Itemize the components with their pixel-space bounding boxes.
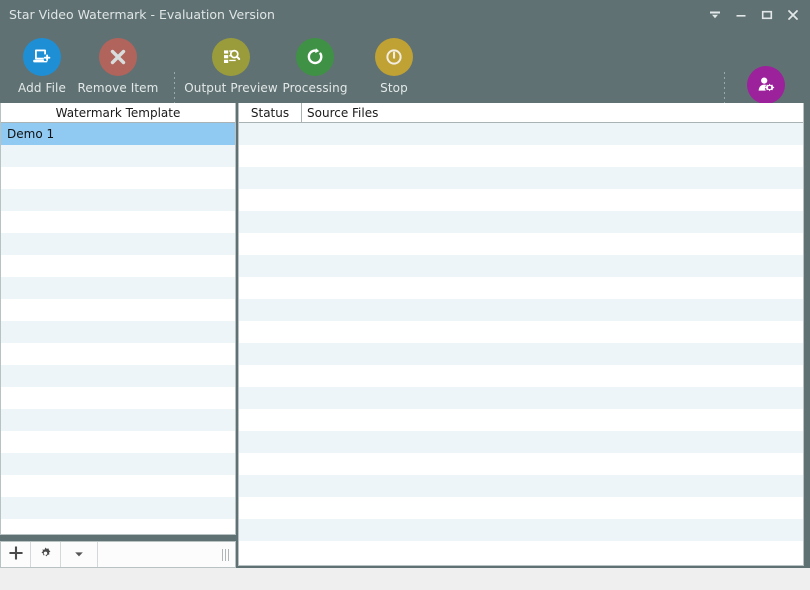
list-item-empty[interactable]: [1, 519, 235, 534]
template-settings-button[interactable]: [31, 542, 61, 567]
table-row-empty[interactable]: [239, 431, 803, 453]
minimize-button[interactable]: [728, 2, 754, 28]
list-item-empty[interactable]: [1, 431, 235, 453]
table-row-empty[interactable]: [239, 233, 803, 255]
watermark-template-panel: Watermark Template Demo 1: [0, 103, 236, 535]
output-preview-label: Output Preview: [184, 81, 278, 95]
source-files-header: Status Source Files: [239, 103, 803, 123]
table-row-empty[interactable]: [239, 475, 803, 497]
chevron-down-icon: [73, 545, 85, 564]
output-preview-icon: [212, 38, 250, 76]
table-row-empty[interactable]: [239, 409, 803, 431]
table-row-empty[interactable]: [239, 299, 803, 321]
list-item-empty[interactable]: [1, 321, 235, 343]
table-row-empty[interactable]: [239, 255, 803, 277]
plus-icon: [8, 545, 24, 565]
close-icon: [786, 8, 800, 22]
title-bar: Star Video Watermark - Evaluation Versio…: [0, 0, 810, 30]
list-item-empty[interactable]: [1, 189, 235, 211]
menu-dropdown-button[interactable]: [702, 2, 728, 28]
source-files-list[interactable]: [239, 123, 803, 563]
window-controls: [702, 0, 806, 30]
list-item-empty[interactable]: [1, 387, 235, 409]
stop-label: Stop: [380, 81, 408, 95]
main-toolbar: Add File Remove Item Output Preview Proc…: [0, 30, 810, 124]
close-button[interactable]: [780, 2, 806, 28]
table-row-empty[interactable]: [239, 189, 803, 211]
table-row-empty[interactable]: [239, 365, 803, 387]
processing-label: Processing: [282, 81, 348, 95]
window-title: Star Video Watermark - Evaluation Versio…: [9, 7, 275, 22]
preferences-icon: [747, 66, 785, 104]
output-preview-button[interactable]: Output Preview: [184, 38, 278, 100]
list-item-empty[interactable]: [1, 475, 235, 497]
stop-button[interactable]: Stop: [349, 38, 439, 100]
list-item-empty[interactable]: [1, 343, 235, 365]
maximize-icon: [760, 8, 774, 22]
source-files-panel: Status Source Files: [238, 103, 804, 566]
gear-icon: [38, 545, 53, 564]
table-row-empty[interactable]: [239, 497, 803, 519]
watermark-template-list[interactable]: Demo 1: [1, 123, 235, 534]
table-row-empty[interactable]: [239, 453, 803, 475]
remove-item-button[interactable]: Remove Item: [73, 38, 163, 100]
processing-icon: [296, 38, 334, 76]
column-header-status[interactable]: Status: [239, 103, 302, 122]
table-row-empty[interactable]: [239, 387, 803, 409]
status-bar: [0, 568, 810, 590]
list-item-empty[interactable]: [1, 211, 235, 233]
chevron-down-icon: [708, 8, 722, 22]
list-item-empty[interactable]: [1, 145, 235, 167]
table-row-empty[interactable]: [239, 277, 803, 299]
list-item-empty[interactable]: [1, 365, 235, 387]
processing-button[interactable]: Processing: [270, 38, 360, 100]
maximize-button[interactable]: [754, 2, 780, 28]
table-row-empty[interactable]: [239, 123, 803, 145]
list-item-empty[interactable]: [1, 497, 235, 519]
table-row-empty[interactable]: [239, 541, 803, 563]
table-row-empty[interactable]: [239, 211, 803, 233]
list-item-empty[interactable]: [1, 255, 235, 277]
application-window: Star Video Watermark - Evaluation Versio…: [0, 0, 810, 590]
stop-icon: [375, 38, 413, 76]
template-footer-blank: [98, 542, 235, 567]
add-file-label: Add File: [18, 81, 66, 95]
column-header-source-files[interactable]: Source Files: [302, 103, 803, 122]
template-footer-toolbar: [0, 541, 236, 568]
table-row-empty[interactable]: [239, 167, 803, 189]
table-row-empty[interactable]: [239, 321, 803, 343]
list-item[interactable]: Demo 1: [1, 123, 235, 145]
list-item-empty[interactable]: [1, 299, 235, 321]
list-item-empty[interactable]: [1, 167, 235, 189]
list-item-empty[interactable]: [1, 409, 235, 431]
table-row-empty[interactable]: [239, 343, 803, 365]
add-template-button[interactable]: [1, 542, 31, 567]
template-dropdown-button[interactable]: [61, 542, 98, 567]
add-file-icon: [23, 38, 61, 76]
list-item-empty[interactable]: [1, 277, 235, 299]
watermark-template-header: Watermark Template: [1, 103, 235, 123]
resize-grip-icon[interactable]: [222, 548, 230, 561]
minimize-icon: [734, 8, 748, 22]
table-row-empty[interactable]: [239, 519, 803, 541]
remove-item-icon: [99, 38, 137, 76]
table-row-empty[interactable]: [239, 145, 803, 167]
list-item-empty[interactable]: [1, 453, 235, 475]
remove-item-label: Remove Item: [77, 81, 159, 95]
list-item-empty[interactable]: [1, 233, 235, 255]
